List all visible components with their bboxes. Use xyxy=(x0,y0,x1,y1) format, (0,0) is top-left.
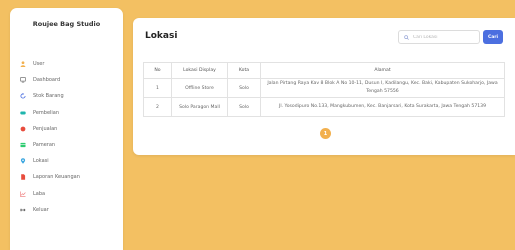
sidebar-item-label: Stok Barang xyxy=(33,93,64,100)
lokasi-card: Lokasi Cari No Lokasi Display Kota Alama… xyxy=(133,18,515,155)
sidebar-item-keluar[interactable]: Keluar xyxy=(20,202,117,218)
monitor-icon xyxy=(20,77,26,83)
refresh-icon xyxy=(20,93,26,99)
sidebar-item-label: Laporan Keuangan xyxy=(33,174,80,181)
column-header-lokasi-display: Lokasi Display xyxy=(171,62,228,79)
table-header-row: No Lokasi Display Kota Alamat xyxy=(143,62,505,79)
cell-kota: Solo xyxy=(227,78,261,98)
sidebar-item-label: Pameran xyxy=(33,142,56,149)
brand-name: Roujee Bag Studio xyxy=(32,20,101,28)
page-title: Lokasi xyxy=(145,31,178,41)
sidebar-item-label: Laba xyxy=(33,190,46,197)
cell-lokasi-display: Offline Store xyxy=(171,78,228,98)
lokasi-table: No Lokasi Display Kota Alamat 1 Offline … xyxy=(143,62,505,117)
sidebar-menu: User Dashboard Stok Barang Pembelian Pen… xyxy=(20,56,117,218)
sidebar-item-label: Keluar xyxy=(33,206,49,213)
sidebar: Roujee Bag Studio User Dashboard Stok Ba… xyxy=(10,8,123,250)
truck-icon xyxy=(20,110,26,116)
user-icon xyxy=(20,61,26,68)
cell-lokasi-display: Solo Paragon Mall xyxy=(171,97,228,117)
sidebar-item-label: User xyxy=(33,61,45,68)
cell-kota: Solo xyxy=(227,97,261,117)
column-header-no: No xyxy=(143,62,172,79)
cell-no: 1 xyxy=(143,78,172,98)
cell-no: 2 xyxy=(143,97,172,117)
table-row: 2 Solo Paragon Mall Solo Jl. Yosodipuro … xyxy=(143,97,505,117)
sidebar-item-label: Dashboard xyxy=(33,77,61,84)
store-icon xyxy=(20,142,26,148)
sidebar-item-lokasi[interactable]: Lokasi xyxy=(20,153,117,169)
map-pin-icon xyxy=(20,158,26,164)
sidebar-item-label: Pembelian xyxy=(33,109,60,116)
chart-line-icon xyxy=(20,191,26,197)
document-icon xyxy=(20,174,26,181)
column-header-alamat: Alamat xyxy=(260,62,505,79)
sidebar-item-user[interactable]: User xyxy=(20,56,117,72)
sidebar-item-penjualan[interactable]: Penjualan xyxy=(20,121,117,137)
cell-alamat: Jalan Pirtang Raya Kav 8 Blok A No 10-11… xyxy=(260,78,505,98)
search-input[interactable] xyxy=(413,32,473,42)
sidebar-item-pameran[interactable]: Pameran xyxy=(20,137,117,153)
sidebar-item-stok-barang[interactable]: Stok Barang xyxy=(20,88,117,104)
sidebar-item-laba[interactable]: Laba xyxy=(20,186,117,202)
sidebar-item-label: Penjualan xyxy=(33,125,58,132)
search-field[interactable] xyxy=(398,30,480,44)
column-header-kota: Kota xyxy=(227,62,261,79)
logout-icon xyxy=(20,207,26,213)
search-button[interactable]: Cari xyxy=(483,30,503,44)
table-row: 1 Offline Store Solo Jalan Pirtang Raya … xyxy=(143,78,505,98)
pagination-page-button[interactable]: 1 xyxy=(320,128,331,139)
cart-icon xyxy=(20,126,26,132)
cell-alamat: Jl. Yosodipuro No.133, Mangkubumen, Kec.… xyxy=(260,97,505,117)
sidebar-item-pembelian[interactable]: Pembelian xyxy=(20,105,117,121)
sidebar-item-label: Lokasi xyxy=(33,158,49,165)
sidebar-item-laporan-keuangan[interactable]: Laporan Keuangan xyxy=(20,169,117,185)
search-icon xyxy=(404,34,409,40)
sidebar-item-dashboard[interactable]: Dashboard xyxy=(20,72,117,88)
